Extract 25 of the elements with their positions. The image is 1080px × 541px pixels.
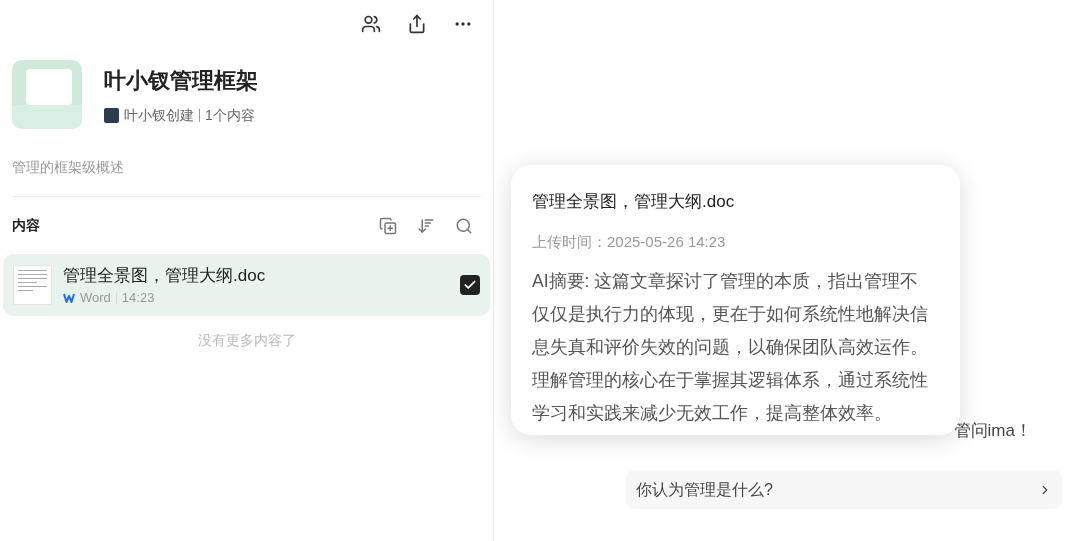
word-icon xyxy=(63,292,75,303)
content-count: 1个内容 xyxy=(205,105,255,125)
suggestion-button[interactable]: 你认为管理是什么? xyxy=(626,470,1062,509)
file-item[interactable]: 管理全景图，管理大纲.doc Word 14:23 xyxy=(3,254,490,316)
members-icon[interactable] xyxy=(361,14,381,34)
sort-icon[interactable] xyxy=(417,216,435,235)
document-thumbnail xyxy=(13,265,52,305)
folder-icon xyxy=(12,60,82,129)
popover-title: 管理全景图，管理大纲.doc xyxy=(532,191,736,213)
section-heading: 内容 xyxy=(12,216,40,235)
end-note: 没有更多内容了 xyxy=(196,331,297,350)
search-icon[interactable] xyxy=(455,216,473,235)
checkbox[interactable] xyxy=(460,275,480,295)
file-time: 14:23 xyxy=(121,289,155,307)
knowledge-base-title: 叶小钗管理框架 xyxy=(104,66,258,95)
upload-time: 上传时间：2025-05-26 14:23 xyxy=(532,231,727,252)
greeting-text: 管问ima！ xyxy=(953,421,1032,440)
description-text: 管理的框架级概述 xyxy=(12,158,125,177)
file-type: Word xyxy=(80,289,111,307)
share-icon[interactable] xyxy=(407,14,427,34)
check-icon xyxy=(463,278,477,292)
add-file-icon[interactable] xyxy=(379,216,397,235)
ai-summary: AI摘要: 这篇文章探讨了管理的本质，指出管理不仅仅是执行力的体现，更在于如何系统性地解决信息失真和评价失效的问题，以确保团队高效运作。理解管理的核心在于掌握其逻辑体系，通过系统性学习和实践来减少无效工作，提高整体效率。 xyxy=(532,270,929,425)
creator-label: 叶小钗创建 xyxy=(124,105,194,125)
file-name: 管理全景图，管理大纲.doc xyxy=(63,264,267,287)
